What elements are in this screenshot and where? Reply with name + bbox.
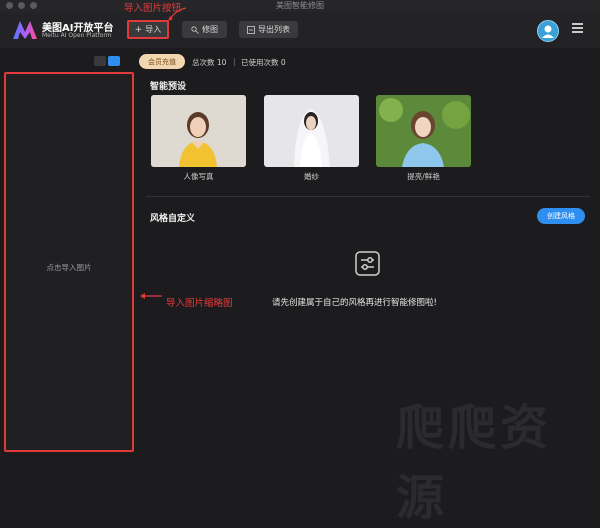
preset-portrait-thumbnail[interactable]: [151, 95, 246, 167]
preset-wedding-thumbnail[interactable]: [264, 95, 359, 167]
wedding-photo: [264, 95, 359, 167]
adjust-style-icon: [355, 251, 380, 276]
import-button[interactable]: + 导入: [127, 20, 169, 39]
export-list-label: 导出列表: [258, 25, 290, 34]
export-icon: [247, 25, 255, 34]
create-style-button[interactable]: 创建风格: [537, 208, 585, 224]
plus-icon: +: [134, 24, 143, 35]
annotation-arrow-icon: [140, 293, 162, 299]
hamburger-menu-icon[interactable]: [572, 23, 583, 33]
annotation-thumbnail: 导入图片缩略图: [166, 298, 233, 309]
preset-brighten-thumbnail[interactable]: [376, 95, 471, 167]
custom-style-title: 风格自定义: [150, 214, 196, 224]
info-separator: |: [233, 57, 236, 66]
avatar-icon: [542, 25, 554, 38]
retouch-button[interactable]: 修图: [182, 21, 227, 38]
brush-icon: [191, 25, 199, 34]
grid-view-icon[interactable]: [108, 56, 120, 66]
export-list-button[interactable]: 导出列表: [239, 21, 298, 38]
used-count: 已使用次数 0: [241, 58, 286, 67]
annotation-arrow-icon: [168, 7, 187, 21]
preset-label: 人像写真: [183, 172, 214, 181]
presets-title: 智能预设: [150, 82, 187, 92]
portrait-photo: [151, 95, 246, 167]
preset-label: 婚纱: [304, 172, 319, 181]
preset-label: 提亮/鲜艳: [407, 172, 440, 181]
section-divider: [146, 196, 590, 197]
list-view-icon[interactable]: [94, 56, 106, 66]
member-recharge-badge[interactable]: 会员充值: [139, 54, 185, 69]
empty-style-message: 请先创建属于自己的风格再进行智能修图啦!: [272, 298, 437, 308]
meitu-logo-icon: [13, 21, 37, 39]
retouch-label: 修图: [202, 25, 218, 34]
total-count: 总次数 10: [192, 58, 227, 67]
import-prompt: 点击导入图片: [46, 263, 92, 272]
view-mode-toggle[interactable]: [94, 56, 122, 66]
brighten-photo: [376, 95, 471, 167]
import-label: 导入: [145, 25, 162, 34]
user-avatar[interactable]: [537, 20, 559, 42]
watermark-text: 爬爬资源: [396, 400, 553, 526]
window-title: 美图智能修图: [276, 1, 324, 10]
logo-subtitle: Meitu AI Open Platform: [42, 32, 112, 39]
